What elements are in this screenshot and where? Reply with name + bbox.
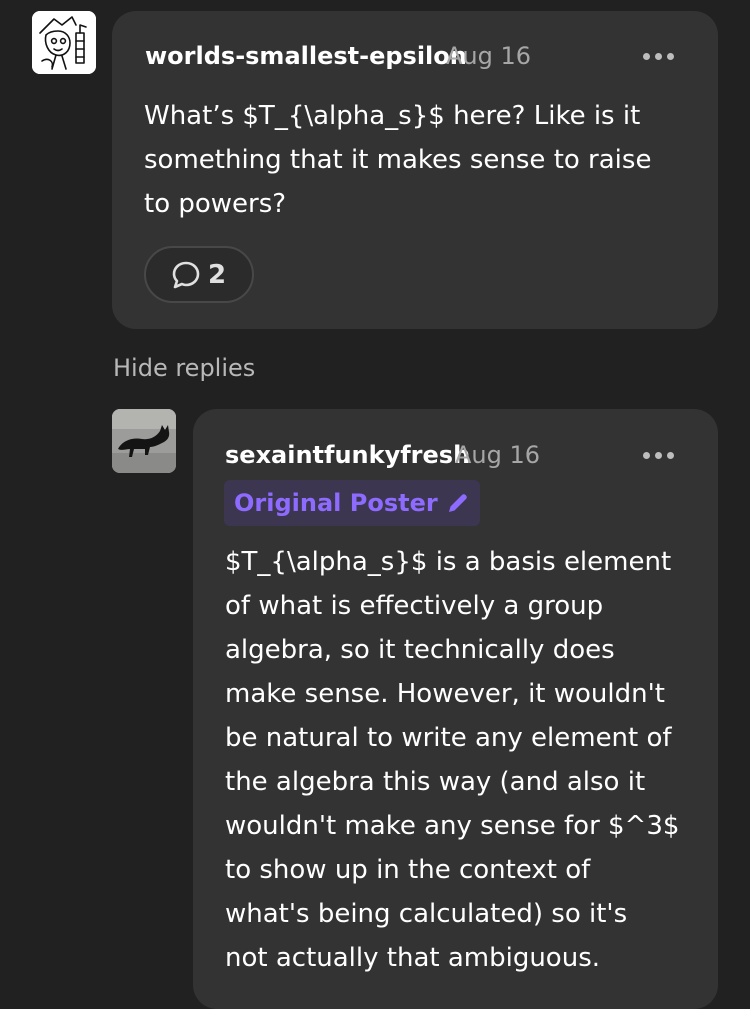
cat-photo bbox=[112, 409, 176, 473]
reply-body-line: $T_{\alpha_s}$ is a basis element bbox=[225, 547, 672, 577]
ellipsis-dot bbox=[643, 452, 650, 459]
reply-count-button[interactable]: 2 bbox=[144, 246, 254, 303]
comment-body: What’s $T_{\alpha_s}$ here? Like is it s… bbox=[144, 94, 651, 226]
comment-body-line: something that it makes sense to raise bbox=[144, 145, 652, 175]
more-options-icon[interactable] bbox=[643, 452, 674, 459]
reply-body-line: algebra, so it technically does bbox=[225, 635, 615, 665]
avatar-drawing bbox=[32, 11, 96, 74]
comment-body-line: What’s $T_{\alpha_s}$ here? Like is it bbox=[144, 101, 641, 131]
reply-body-line: to show up in the context of bbox=[225, 855, 591, 885]
reply-body-line: make sense. However, it wouldn't bbox=[225, 679, 665, 709]
ellipsis-dot bbox=[667, 452, 674, 459]
reply-body-line: what's being calculated) so it's bbox=[225, 899, 628, 929]
comment-body-line: to powers? bbox=[144, 189, 287, 219]
reply-body-line: the algebra this way (and also it bbox=[225, 767, 646, 797]
ellipsis-dot bbox=[643, 53, 650, 60]
original-poster-label: Original Poster bbox=[234, 489, 438, 517]
reply-body-line: wouldn't make any sense for $^3$ bbox=[225, 811, 680, 841]
ellipsis-dot bbox=[667, 53, 674, 60]
pencil-icon bbox=[448, 494, 467, 512]
speech-bubble-icon bbox=[172, 261, 200, 288]
avatar-sexaintfunkyfresh[interactable] bbox=[112, 409, 176, 473]
avatar-worlds-smallest-epsilon[interactable] bbox=[32, 11, 96, 74]
hide-replies-link[interactable]: Hide replies bbox=[113, 354, 255, 382]
reply-body-line: of what is effectively a group bbox=[225, 591, 604, 621]
ellipsis-dot bbox=[655, 452, 662, 459]
original-poster-badge: Original Poster bbox=[224, 480, 480, 526]
reply-username[interactable]: sexaintfunkyfresh bbox=[225, 441, 470, 469]
more-options-icon[interactable] bbox=[643, 53, 674, 60]
comment-username[interactable]: worlds-smallest-epsilon bbox=[145, 42, 467, 70]
comment-date[interactable]: Aug 16 bbox=[446, 42, 531, 70]
ellipsis-dot bbox=[655, 53, 662, 60]
reply-body-line: be natural to write any element of bbox=[225, 723, 672, 753]
reply-body-line: not actually that ambiguous. bbox=[225, 943, 601, 973]
reply-count: 2 bbox=[208, 259, 227, 290]
reply-date[interactable]: Aug 16 bbox=[455, 441, 540, 469]
reply-body: $T_{\alpha_s}$ is a basis element of wha… bbox=[225, 540, 679, 980]
